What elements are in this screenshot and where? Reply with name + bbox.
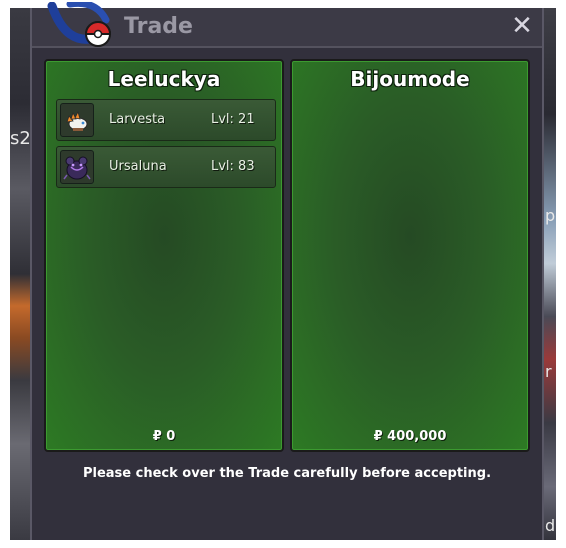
title-bar[interactable]: Trade ✕ [32, 2, 542, 48]
money-offer-left: ₽ 0 [152, 429, 176, 444]
trade-window: Trade ✕ Leeluckya Larvesta Lvl: 21 Ursal… [30, 2, 544, 540]
game-background-right [544, 8, 556, 540]
pokemon-name: Larvesta [109, 112, 166, 127]
larvesta-sprite-icon [60, 103, 94, 137]
pokemon-level: Lvl: 83 [211, 159, 255, 174]
close-button[interactable]: ✕ [508, 12, 536, 40]
money-offer-right: ₽ 400,000 [373, 429, 447, 444]
background-text-right-3: d [545, 516, 556, 535]
player-name-left: Leeluckya [107, 67, 221, 91]
offer-panel-left: Leeluckya Larvesta Lvl: 21 Ursaluna Lvl:… [44, 59, 284, 452]
trade-notice: Please check over the Trade carefully be… [82, 466, 492, 481]
pokemon-slot-ursaluna[interactable]: Ursaluna Lvl: 83 [56, 146, 276, 188]
close-icon: ✕ [511, 11, 533, 41]
background-text-right-1: p [545, 206, 556, 225]
background-text-left: s2 [10, 128, 31, 149]
background-text-right-2: r [545, 362, 552, 381]
pokeball-logo-icon [47, 2, 112, 47]
game-background-left [10, 8, 30, 540]
pokemon-slot-larvesta[interactable]: Larvesta Lvl: 21 [56, 99, 276, 141]
player-name-right: Bijoumode [350, 67, 470, 91]
offer-panel-right: Bijoumode ₽ 400,000 [290, 59, 530, 452]
pokemon-name: Ursaluna [109, 159, 167, 174]
pokemon-level: Lvl: 21 [211, 112, 255, 127]
window-title: Trade [124, 14, 193, 39]
ursaluna-sprite-icon [60, 150, 94, 184]
